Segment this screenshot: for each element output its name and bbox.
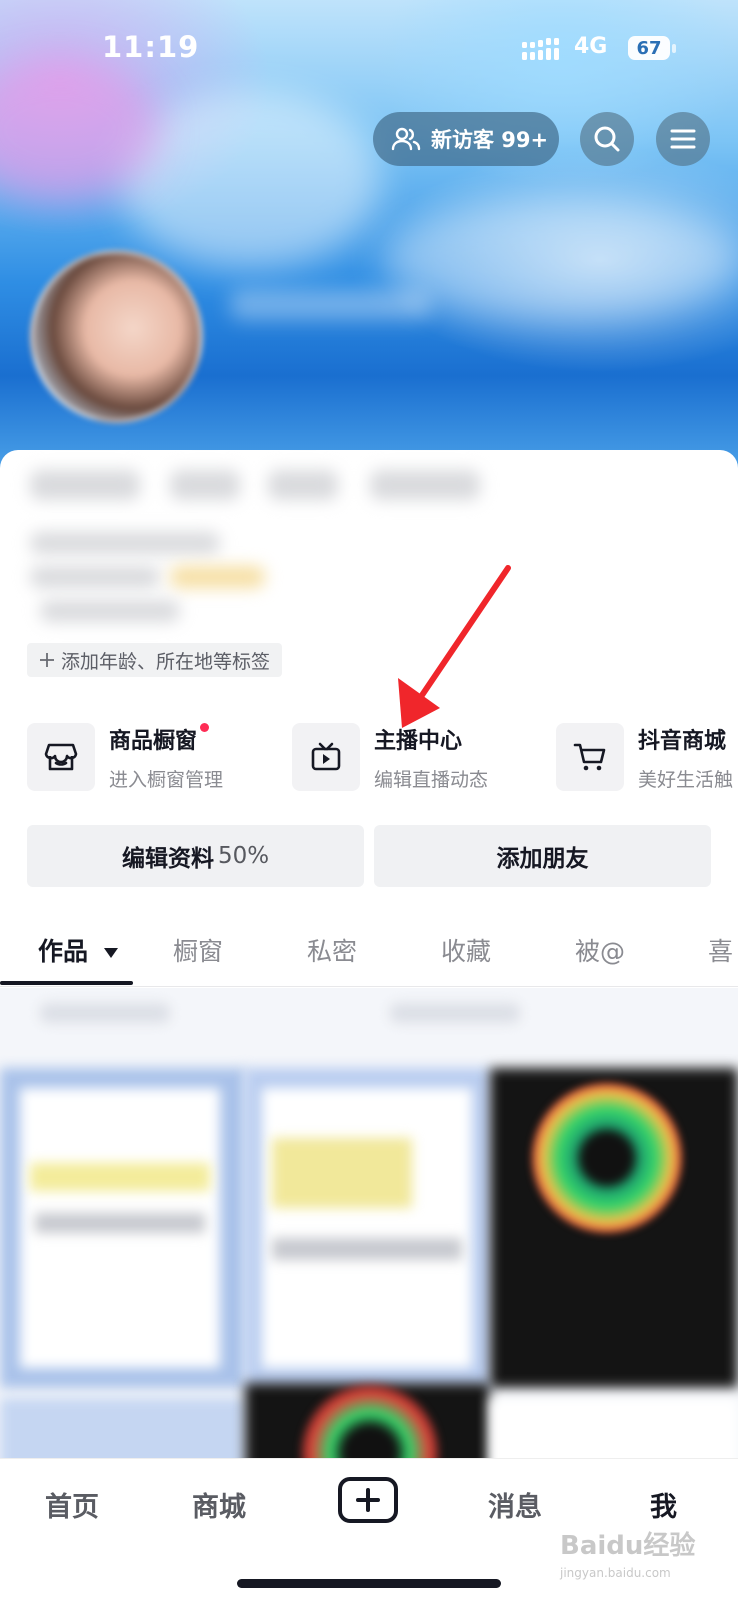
new-visitors-button[interactable]: 新访客 99+ xyxy=(373,112,559,166)
stat-blurred xyxy=(30,470,140,500)
nav-mall[interactable]: 商城 xyxy=(192,1485,246,1524)
plus-icon xyxy=(40,653,54,667)
edit-profile-button[interactable]: 编辑资料 50% xyxy=(27,825,364,887)
menu-icon xyxy=(670,129,696,149)
stat-blurred xyxy=(370,470,480,500)
thumbnail-content xyxy=(532,1083,682,1233)
feature-icon-box xyxy=(556,723,624,791)
works-grid xyxy=(0,988,738,1458)
add-tags-label: 添加年龄、所在地等标签 xyxy=(61,650,271,673)
feature-icon-box xyxy=(27,723,95,791)
nav-home[interactable]: 首页 xyxy=(45,1485,99,1524)
nav-messages[interactable]: 消息 xyxy=(488,1485,542,1524)
annotation-arrow xyxy=(398,565,511,728)
video-thumbnail[interactable] xyxy=(490,1398,738,1458)
tab-private[interactable]: 私密 xyxy=(307,932,357,968)
search-button[interactable] xyxy=(580,112,634,166)
battery-level: 67 xyxy=(636,37,662,59)
feature-icon-box xyxy=(292,723,360,791)
thumbnail-content xyxy=(272,1138,412,1208)
create-button[interactable] xyxy=(338,1477,398,1523)
watermark-url: jingyan.baidu.com xyxy=(560,1566,671,1580)
username-blurred xyxy=(230,290,430,320)
search-icon xyxy=(594,126,620,152)
status-time: 11:19 xyxy=(102,30,200,64)
profile-tabs: 作品 橱窗 私密 收藏 被@ 喜 xyxy=(0,920,738,987)
tab-mentions[interactable]: 被@ xyxy=(575,932,625,968)
tab-label: 作品 xyxy=(38,937,89,966)
stat-blurred xyxy=(268,470,338,500)
feature-subtitle: 进入橱窗管理 xyxy=(109,768,224,791)
battery-icon: 67 xyxy=(628,36,670,60)
signal-icon xyxy=(522,38,559,60)
feature-shop-window[interactable]: 商品橱窗 进入橱窗管理 xyxy=(27,722,223,792)
video-thumbnail[interactable] xyxy=(0,1398,245,1458)
plus-icon xyxy=(356,1488,380,1512)
tab-likes[interactable]: 喜 xyxy=(708,932,733,968)
feature-subtitle: 编辑直播动态 xyxy=(374,768,489,791)
thumbnail-content xyxy=(272,1238,462,1260)
bio-blurred xyxy=(30,566,160,588)
nav-me[interactable]: 我 xyxy=(650,1485,677,1524)
visitors-label: 新访客 99+ xyxy=(431,128,549,152)
storefront-icon xyxy=(44,743,78,771)
profile-card xyxy=(0,450,738,970)
watermark-brand: Baidu经验 xyxy=(560,1531,696,1561)
visitors-icon xyxy=(391,127,421,151)
feature-subtitle: 美好生活触 xyxy=(638,768,734,791)
grid-header-blurred xyxy=(390,1003,520,1023)
network-type: 4G xyxy=(574,34,608,59)
add-friends-label: 添加朋友 xyxy=(496,846,589,872)
edit-profile-progress: 50% xyxy=(217,843,270,869)
notification-dot xyxy=(200,722,210,732)
tab-shop-window[interactable]: 橱窗 xyxy=(173,932,223,968)
battery-tip xyxy=(672,44,676,53)
cover-decoration xyxy=(380,200,738,320)
tv-icon xyxy=(311,742,341,771)
edit-profile-label: 编辑资料 xyxy=(121,846,214,872)
feature-title: 抖音商城 xyxy=(638,728,727,754)
feature-douyin-mall[interactable]: 抖音商城 美好生活触 xyxy=(556,722,733,792)
thumbnail-content xyxy=(35,1213,205,1233)
tab-active-indicator xyxy=(0,981,133,985)
bio-blurred xyxy=(40,600,180,622)
feature-title: 商品橱窗 xyxy=(109,728,198,754)
grid-header-blurred xyxy=(40,1003,170,1023)
add-tags-button[interactable]: 添加年龄、所在地等标签 xyxy=(27,643,283,677)
cart-icon xyxy=(573,743,606,771)
home-indicator[interactable] xyxy=(237,1579,501,1588)
thumbnail-content xyxy=(30,1163,210,1191)
bio-blurred xyxy=(170,566,265,588)
add-friends-button[interactable]: 添加朋友 xyxy=(374,825,711,887)
caret-down-icon xyxy=(103,948,118,958)
bio-blurred xyxy=(30,532,220,554)
thumbnail-content xyxy=(262,1088,472,1368)
tab-works[interactable]: 作品 xyxy=(38,932,119,968)
menu-button[interactable] xyxy=(656,112,710,166)
cover-decoration xyxy=(120,90,380,270)
avatar[interactable] xyxy=(30,250,203,423)
stat-blurred xyxy=(170,470,240,500)
tab-favorites[interactable]: 收藏 xyxy=(441,932,491,968)
